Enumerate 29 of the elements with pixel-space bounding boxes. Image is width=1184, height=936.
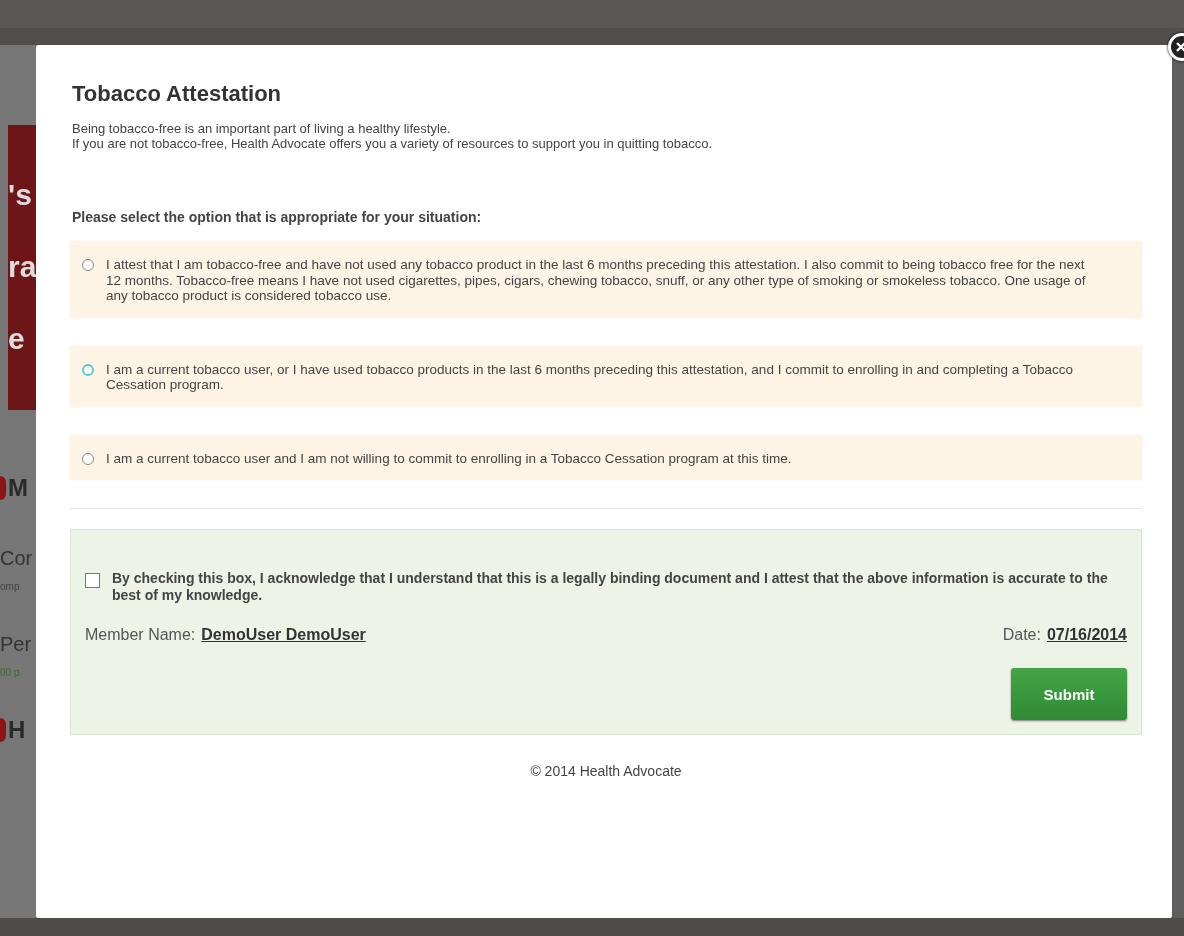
background-text: H: [8, 716, 26, 744]
background-text: M: [8, 474, 28, 502]
field-label: Date:: [1002, 626, 1041, 644]
field-label: Member Name:: [85, 626, 196, 644]
background-text: Cor: [0, 546, 33, 570]
banner-text: 's: [8, 177, 33, 213]
radio-button[interactable]: [82, 363, 94, 376]
marker-icon: [0, 476, 6, 500]
prompt-text: Please select the option that is appropriate for your situation:: [72, 209, 483, 225]
member-name: DemoUser DemoUser: [201, 626, 366, 644]
close-icon: [1174, 40, 1184, 54]
intro-text: Being tobacco-free is an important part of living a healthy lifestyle.: [72, 121, 452, 136]
banner-text: ra: [8, 249, 36, 285]
copyright-text: © 2014 Health Advocate: [529, 763, 683, 779]
marker-icon: [0, 718, 6, 742]
radio-button[interactable]: [82, 259, 94, 271]
acknowledgement-text: By checking this box, I acknowledge that I understand that this is a legally binding document and I attest that the above information is accurate to the best of my knowledge.: [112, 570, 1109, 604]
banner-text: e: [8, 321, 26, 357]
option-label: I attest that I am tobacco-free and have not used any tobacco product in the last 6 months preceding this attestation. I also commit to being tobacco free for the next 12 months. Tobacco-free means I have not used cigarettes, pipes, cigars, chewing tobacco, snuff, or any other type of smoking or smokeless tobacco. One usage of any tobacco product is considered tobacco use.: [106, 257, 1087, 304]
radio-button[interactable]: [82, 452, 94, 465]
submit-button[interactable]: Submit: [1011, 668, 1127, 720]
checkbox[interactable]: [85, 573, 100, 588]
background-text: Per: [0, 632, 32, 656]
background-text: 00 p: [0, 666, 20, 678]
intro-text: If you are not tobacco-free, Health Advocate offers you a variety of resources to support you in quitting tobacco.: [72, 136, 713, 151]
option-label: I am a current tobacco user and I am not willing to commit to enrolling in a Tobacco Cessation program at this time.: [106, 450, 792, 466]
dialog-title: Tobacco Attestation: [72, 81, 282, 107]
date-value: 07/16/2014: [1046, 626, 1127, 644]
option-label: I am a current tobacco user, or I have used tobacco products in the last 6 months preceding this attestation, and I commit to enrolling in and completing a Tobacco Cessation program.: [106, 361, 1075, 393]
